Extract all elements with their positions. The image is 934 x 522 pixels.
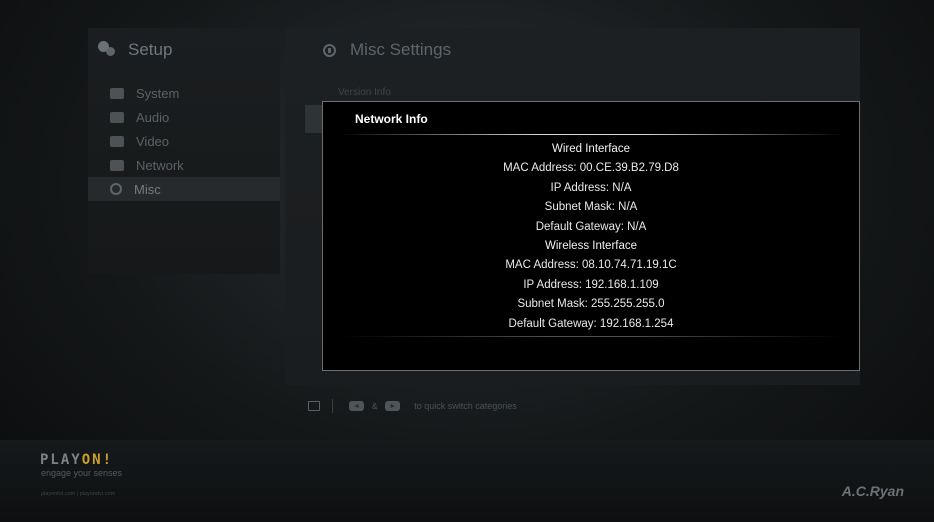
video-icon xyxy=(110,135,124,147)
right-key-icon: ► xyxy=(385,401,401,411)
misc-title: Misc Settings xyxy=(350,40,452,59)
hint-amp: & xyxy=(371,401,378,411)
network-icon xyxy=(110,159,124,171)
version-info-label: Version Info xyxy=(338,87,391,98)
wired-subnet-mask: Subnet Mask: N/A xyxy=(544,201,638,214)
gear-icon xyxy=(98,41,116,59)
logo-tagline: engage your senses xyxy=(41,468,123,478)
info-icon xyxy=(110,183,122,195)
wireless-ip-address: IP Address: 192.168.1.109 xyxy=(523,278,659,291)
hint-text: to quick switch categories xyxy=(414,401,517,411)
sidebar-item-video[interactable]: Video xyxy=(88,129,280,153)
footer-urls: playonhd.com | playondvr.com xyxy=(41,491,116,497)
footer xyxy=(0,440,934,522)
left-key-icon: ◄ xyxy=(349,401,364,411)
wireless-mac-address: MAC Address: 08.10.74.71.19.1C xyxy=(505,259,677,272)
setup-header: Setup xyxy=(98,40,172,60)
playon-logo: PLAYON! xyxy=(40,452,113,468)
wireless-interface-header: Wireless Interface xyxy=(544,239,638,252)
sidebar-item-label: Network xyxy=(136,157,184,173)
wired-ip-address: IP Address: N/A xyxy=(550,181,632,194)
sidebar-item-label: Misc xyxy=(134,181,161,197)
setup-menu: System Audio Video Network Misc xyxy=(88,81,280,201)
navigation-hint: ◄ & ► to quick switch categories xyxy=(308,399,517,413)
dialog-title: Network Info xyxy=(355,112,428,126)
acryan-logo: A.C.Ryan xyxy=(841,483,904,499)
divider xyxy=(339,134,845,135)
wired-interface-header: Wired Interface xyxy=(552,143,630,155)
sidebar-item-label: Video xyxy=(136,133,170,149)
network-info-list: Wired Interface MAC Address: 00.CE.39.B2… xyxy=(323,140,859,334)
audio-icon xyxy=(110,111,124,123)
sidebar-item-audio[interactable]: Audio xyxy=(88,105,280,129)
divider xyxy=(339,336,845,337)
system-icon xyxy=(110,87,124,99)
misc-header: Misc Settings xyxy=(323,40,451,60)
book-icon xyxy=(308,401,320,411)
sidebar-item-system[interactable]: System xyxy=(88,81,280,105)
info-icon xyxy=(323,43,336,57)
sidebar-item-label: Audio xyxy=(136,109,170,125)
sidebar-item-network[interactable]: Network xyxy=(88,153,280,177)
wireless-default-gateway: Default Gateway: 192.168.1.254 xyxy=(508,317,674,330)
sidebar-item-misc[interactable]: Misc xyxy=(88,177,280,201)
divider xyxy=(332,399,333,413)
setup-title: Setup xyxy=(128,40,173,59)
wireless-subnet-mask: Subnet Mask: 255.255.255.0 xyxy=(517,298,665,311)
network-info-dialog: Network Info Wired Interface MAC Address… xyxy=(322,101,860,371)
sidebar-item-label: System xyxy=(136,85,180,101)
wired-default-gateway: Default Gateway: N/A xyxy=(535,220,647,233)
logo-text: PLAY xyxy=(40,452,82,468)
wired-mac-address: MAC Address: 00.CE.39.B2.79.D8 xyxy=(503,162,679,175)
logo-accent-text: ON! xyxy=(81,452,114,468)
